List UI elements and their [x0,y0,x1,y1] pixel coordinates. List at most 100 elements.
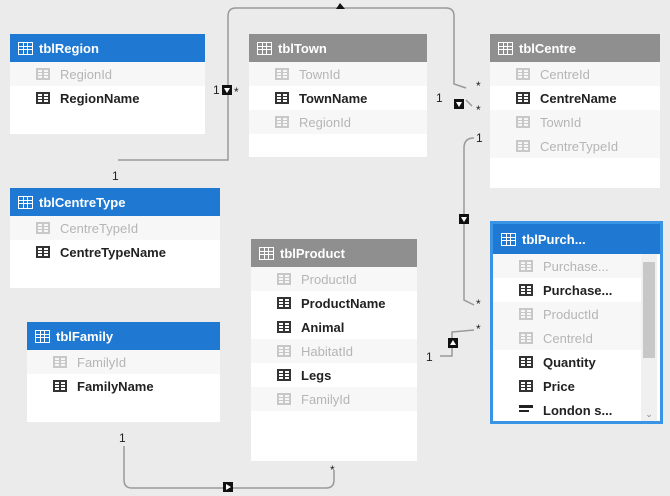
table-icon [498,41,513,55]
field-row[interactable]: RegionId [10,62,205,86]
table-centretype[interactable]: tblCentreType CentreTypeId CentreTypeNam… [10,188,220,288]
field-icon [36,246,50,258]
field-row[interactable]: ProductName [251,291,417,315]
field-row[interactable]: HabitatId [251,339,417,363]
field-label: FamilyId [301,391,351,407]
field-label: ProductId [301,271,357,287]
field-icon [277,345,291,357]
field-icon [36,92,50,104]
cardinality-many: * [476,322,481,336]
field-row[interactable]: Legs [251,363,417,387]
cardinality-many: * [234,85,239,99]
field-label: FamilyName [77,378,154,394]
table-product[interactable]: tblProduct ProductId ProductName Animal … [251,239,417,461]
table-region[interactable]: tblRegion RegionId RegionName [10,34,205,134]
field-icon [277,297,291,309]
field-row[interactable]: ProductId [251,267,417,291]
cardinality-one: 1 [476,131,483,145]
field-label: FamilyId [77,354,127,370]
table-title: tblRegion [39,40,99,56]
field-row[interactable]: TownName [249,86,427,110]
table-family[interactable]: tblFamily FamilyId FamilyName [27,322,220,422]
table-title: tblFamily [56,328,114,344]
table-icon [35,329,50,343]
field-icon [516,92,530,104]
table-header[interactable]: tblCentre [490,34,660,62]
table-icon [18,195,33,209]
rel-centretype-centre [465,99,473,107]
table-icon [259,246,274,260]
field-row[interactable]: CentreId [490,62,660,86]
field-icon [53,380,67,392]
cardinality-many: * [330,463,335,477]
table-header[interactable]: tblFamily [27,322,220,350]
field-label: TownId [299,66,341,82]
field-label: CentreTypeId [540,138,619,154]
field-icon [277,369,291,381]
field-label: ProductName [301,295,386,311]
field-row[interactable]: TownId [490,110,660,134]
table-header[interactable]: tblRegion [10,34,205,62]
cardinality-many: * [476,103,481,117]
diagram-canvas[interactable]: 1 * 1 * 1 * 1 * * 1 1 * tblRegion Region… [0,0,670,496]
table-header[interactable]: tblProduct [251,239,417,267]
table-header[interactable]: tblTown [249,34,427,62]
table-icon [18,41,33,55]
field-row[interactable]: FamilyName [27,374,220,398]
field-row[interactable]: RegionName [10,86,205,110]
table-title: tblTown [278,40,327,56]
field-row[interactable]: CentreTypeId [10,216,220,240]
filter-direction-icon [459,214,469,224]
field-label: Animal [301,319,345,335]
field-icon [36,68,50,80]
field-list: TownId TownName RegionId [249,62,427,134]
table-centre[interactable]: tblCentre CentreId CentreName TownId Cen… [490,34,660,188]
filter-direction-icon [223,482,233,492]
field-icon [516,140,530,152]
field-list: CentreTypeId CentreTypeName [10,216,220,264]
filter-direction-icon [454,99,464,109]
cardinality-one: 1 [112,169,119,183]
field-icon [275,116,289,128]
field-row[interactable]: CentreName [490,86,660,110]
field-label: RegionId [60,66,113,82]
field-row[interactable]: CentreTypeName [10,240,220,264]
cardinality-one: 1 [213,83,220,97]
field-row[interactable]: TownId [249,62,427,86]
field-label: Legs [301,367,332,383]
filter-direction-icon [448,338,458,348]
table-title: tblCentre [519,40,577,56]
field-label: CentreId [540,66,590,82]
field-row[interactable]: Animal [251,315,417,339]
field-icon [516,116,530,128]
field-label: RegionName [60,90,140,106]
table-town[interactable]: tblTown TownId TownName RegionId [249,34,427,157]
cardinality-one: 1 [436,91,443,105]
field-icon [275,68,289,80]
field-label: HabitatId [301,343,354,359]
field-list: ProductId ProductName Animal HabitatId L… [251,267,417,411]
field-row[interactable]: FamilyId [27,350,220,374]
field-icon [36,222,50,234]
cardinality-one: 1 [426,350,433,364]
field-list: FamilyId FamilyName [27,350,220,398]
field-label: CentreName [540,90,617,106]
field-icon [277,321,291,333]
field-row[interactable]: FamilyId [251,387,417,411]
table-title: tblProduct [280,245,345,261]
field-icon [53,356,67,368]
selection-outline [490,221,663,424]
field-list: CentreId CentreName TownId CentreTypeId [490,62,660,158]
cardinality-one: 1 [119,431,126,445]
table-header[interactable]: tblCentreType [10,188,220,216]
field-label: TownId [540,114,582,130]
table-title: tblCentreType [39,194,126,210]
field-icon [275,92,289,104]
field-row[interactable]: RegionId [249,110,427,134]
field-row[interactable]: CentreTypeId [490,134,660,158]
cardinality-many: * [476,297,481,311]
cardinality-many: * [476,79,481,93]
field-label: CentreTypeName [60,244,166,260]
field-list: RegionId RegionName [10,62,205,110]
table-icon [257,41,272,55]
